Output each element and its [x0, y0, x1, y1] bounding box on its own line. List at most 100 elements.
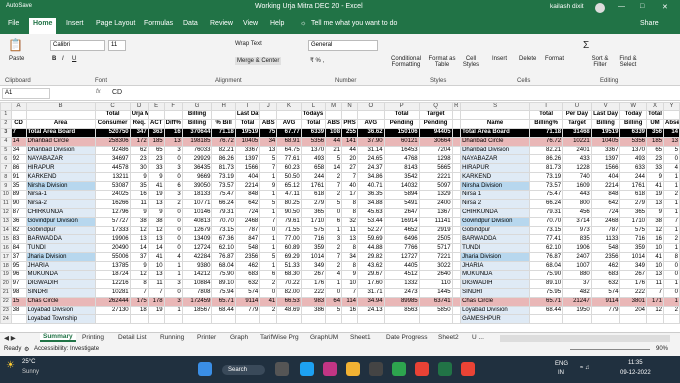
- column-header-d[interactable]: D: [129, 102, 149, 111]
- header-cell[interactable]: Urja Mitra: [129, 110, 149, 120]
- table-cell[interactable]: 65: [646, 145, 664, 156]
- wrap-text-button[interactable]: Wrap Text: [235, 41, 262, 47]
- table-cell[interactable]: 1007: [562, 261, 592, 272]
- row-header[interactable]: 15: [0, 234, 12, 245]
- table-cell[interactable]: 67.77: [276, 127, 302, 138]
- table-cell[interactable]: 16453: [383, 145, 420, 156]
- table-cell[interactable]: 13: [163, 136, 183, 147]
- column-header-j[interactable]: J: [259, 102, 278, 111]
- taskview-icon[interactable]: [275, 362, 289, 376]
- table-cell[interactable]: 75.90: [211, 270, 236, 280]
- currency-icon[interactable]: ₹ % ,: [310, 57, 324, 64]
- table-cell[interactable]: [562, 314, 592, 325]
- table-cell[interactable]: [451, 163, 462, 174]
- table-cell[interactable]: 8563: [383, 305, 420, 316]
- table-cell[interactable]: 91: [10, 172, 27, 183]
- table-cell[interactable]: 10: [147, 261, 165, 272]
- table-cell[interactable]: 75.95: [529, 287, 564, 298]
- table-cell[interactable]: 279: [300, 198, 327, 209]
- table-cell[interactable]: 7: [10, 127, 27, 138]
- column-header-m[interactable]: M: [325, 102, 343, 111]
- table-cell[interactable]: 255: [341, 127, 358, 138]
- table-cell[interactable]: 548: [234, 243, 261, 254]
- table-cell[interactable]: [10, 314, 27, 325]
- table-cell[interactable]: 0: [163, 216, 183, 227]
- table-cell[interactable]: 2468: [234, 216, 261, 227]
- table-cell[interactable]: 1332: [383, 278, 420, 289]
- table-cell[interactable]: [451, 314, 462, 325]
- table-cell[interactable]: 520750: [94, 127, 131, 138]
- table-cell[interactable]: 12: [129, 270, 149, 280]
- table-cell[interactable]: 42284: [181, 252, 213, 263]
- table-cell[interactable]: 6496: [383, 234, 420, 245]
- table-cell[interactable]: 9: [341, 270, 358, 280]
- header-cell[interactable]: [341, 110, 358, 120]
- search-bar[interactable]: Search: [222, 365, 266, 375]
- table-cell[interactable]: 0: [163, 172, 183, 183]
- table-cell[interactable]: Nirsha Division: [460, 181, 531, 192]
- table-cell[interactable]: 66.24: [211, 198, 236, 209]
- table-cell[interactable]: MUKUNDA: [460, 270, 531, 280]
- autosave-label[interactable]: AutoSave: [6, 3, 32, 9]
- table-cell[interactable]: 2: [663, 190, 680, 200]
- table-cell[interactable]: 16: [163, 127, 183, 138]
- table-cell[interactable]: 3: [163, 296, 183, 307]
- table-cell[interactable]: 21: [325, 145, 343, 156]
- table-cell[interactable]: 365: [300, 207, 327, 218]
- header-cell[interactable]: Target: [562, 118, 592, 129]
- table-cell[interactable]: 7221: [418, 252, 453, 263]
- find-select-button[interactable]: Find & Select: [615, 56, 641, 68]
- sheet-tab-sheet2[interactable]: Sheet2: [438, 334, 459, 341]
- italic-button[interactable]: I: [62, 56, 64, 62]
- table-cell[interactable]: 14: [663, 127, 680, 138]
- table-cell[interactable]: 618: [300, 190, 327, 200]
- table-cell[interactable]: 11: [147, 278, 165, 289]
- table-cell[interactable]: 359: [619, 243, 647, 254]
- table-cell[interactable]: 36.62: [357, 127, 385, 138]
- column-header-e[interactable]: E: [147, 102, 165, 111]
- table-cell[interactable]: 62: [129, 145, 149, 156]
- table-cell[interactable]: 2: [163, 198, 183, 209]
- header-cell[interactable]: Total: [646, 110, 664, 120]
- table-cell[interactable]: 70.70: [211, 216, 236, 227]
- table-cell[interactable]: 5: [259, 154, 278, 165]
- table-cell[interactable]: 0: [163, 154, 183, 165]
- row-header[interactable]: 14: [0, 225, 12, 236]
- header-cell[interactable]: CD: [10, 118, 27, 129]
- column-header-k[interactable]: K: [276, 102, 302, 111]
- tab-view[interactable]: View: [243, 20, 258, 27]
- table-cell[interactable]: 1133: [590, 234, 621, 245]
- table-cell[interactable]: 5: [325, 154, 343, 165]
- table-cell[interactable]: 7808: [181, 287, 213, 298]
- table-cell[interactable]: 24.13: [357, 305, 385, 316]
- table-cell[interactable]: GAMESHPUR: [460, 314, 531, 325]
- sheet-tab-running[interactable]: Running: [160, 334, 184, 341]
- table-cell[interactable]: 29.82: [357, 252, 385, 263]
- table-cell[interactable]: Chas Circle: [460, 296, 531, 307]
- table-cell[interactable]: 716: [300, 234, 327, 245]
- header-cell[interactable]: [163, 110, 183, 120]
- table-cell[interactable]: 81.73: [211, 163, 236, 174]
- table-cell[interactable]: 68.30: [276, 270, 302, 280]
- table-cell[interactable]: 89985: [383, 296, 420, 307]
- row-header[interactable]: 11: [0, 198, 12, 209]
- table-cell[interactable]: 8: [129, 278, 149, 289]
- table-cell[interactable]: 23: [129, 154, 149, 165]
- table-cell[interactable]: 141: [341, 136, 358, 147]
- tell-me-input[interactable]: Tell me what you want to do: [311, 20, 397, 27]
- table-cell[interactable]: 34697: [94, 154, 131, 165]
- table-cell[interactable]: 47.11: [276, 190, 302, 200]
- table-cell[interactable]: 244: [300, 172, 327, 183]
- table-cell[interactable]: 48.69: [276, 305, 302, 316]
- table-cell[interactable]: 1397: [590, 154, 621, 165]
- row-header[interactable]: 23: [0, 305, 12, 316]
- table-cell[interactable]: 1370: [619, 145, 647, 156]
- table-cell[interactable]: 34: [10, 145, 27, 156]
- table-cell[interactable]: 740: [562, 172, 592, 183]
- table-cell[interactable]: Jharia Division: [460, 252, 531, 263]
- table-cell[interactable]: 19519: [234, 127, 261, 138]
- header-cell[interactable]: Today: [619, 110, 647, 120]
- column-header-g[interactable]: G: [181, 102, 213, 111]
- table-cell[interactable]: 13: [646, 270, 664, 280]
- column-header-q[interactable]: Q: [418, 102, 453, 111]
